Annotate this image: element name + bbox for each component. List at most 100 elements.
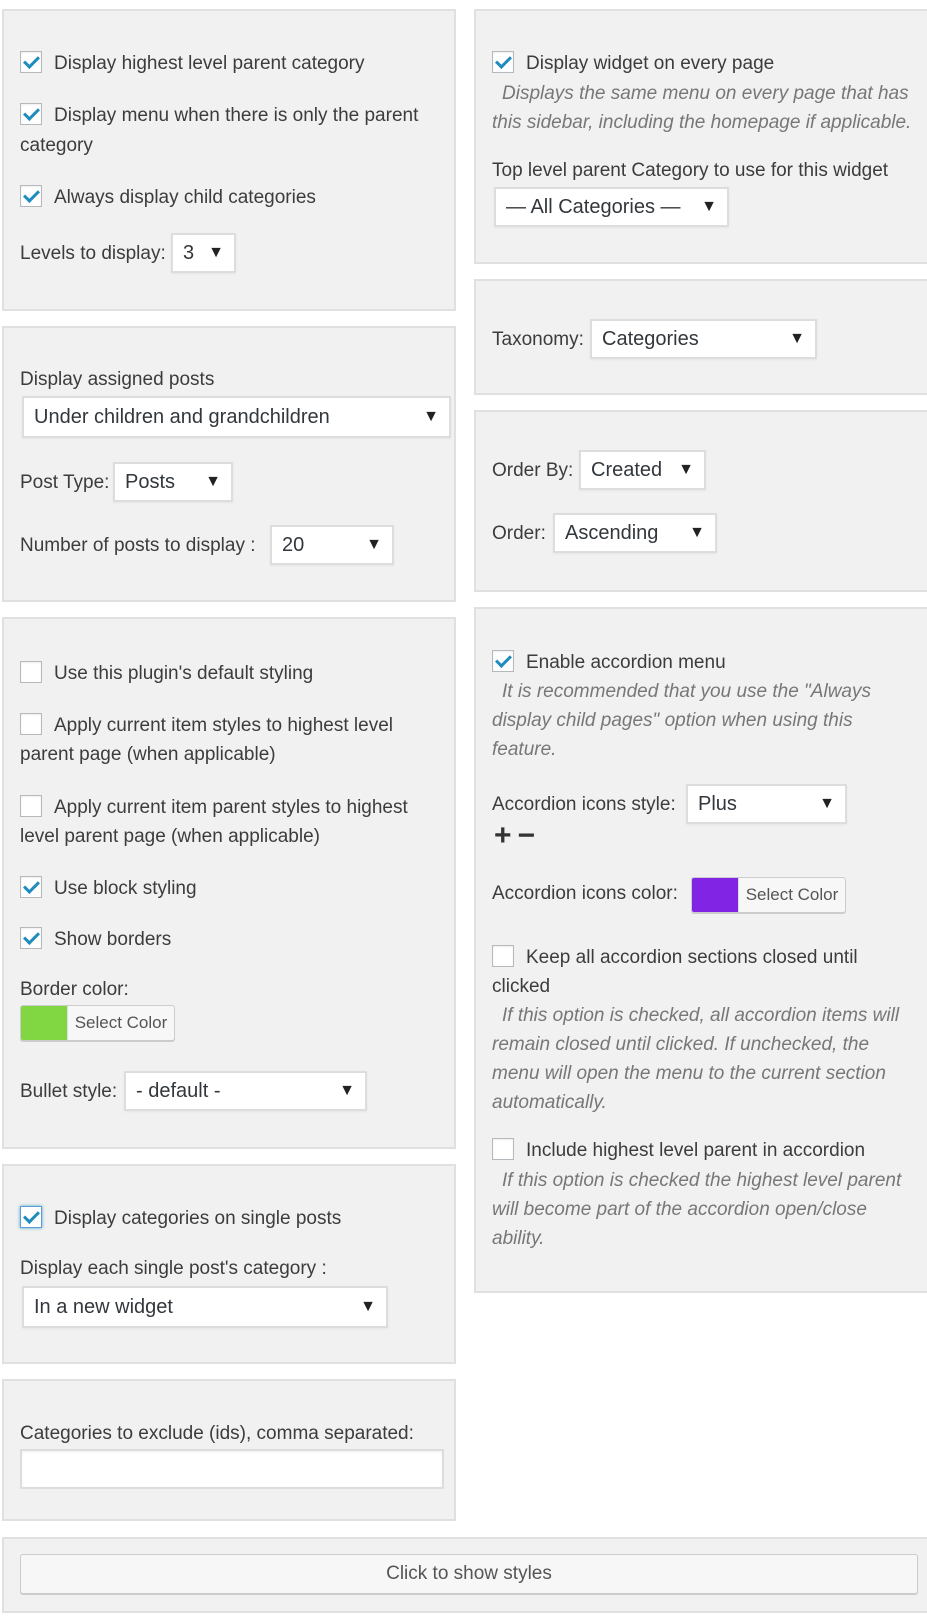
chevron-down-icon: ▼ bbox=[689, 524, 705, 541]
bullet-style-label: Bullet style: bbox=[20, 1081, 118, 1102]
checkbox-label: Enable accordion menu bbox=[526, 652, 726, 673]
checkbox-show-borders[interactable] bbox=[20, 927, 42, 949]
checkbox-label-continued: category bbox=[20, 135, 93, 156]
checkbox-label: Apply current item styles to highest lev… bbox=[54, 715, 393, 736]
checkbox-label: Display menu when there is only the pare… bbox=[54, 105, 419, 126]
chevron-down-icon: ▼ bbox=[789, 330, 805, 347]
chevron-down-icon: ▼ bbox=[366, 536, 382, 553]
select-value: Categories bbox=[602, 328, 699, 350]
taxonomy-select[interactable]: Categories ▼ bbox=[590, 319, 817, 359]
checkbox-label-continued: clicked bbox=[492, 976, 551, 997]
include-parent-description: If this option is checked the highest le… bbox=[502, 1170, 902, 1191]
top-level-category-select[interactable]: — All Categories — ▼ bbox=[494, 187, 729, 227]
order-by-select[interactable]: Created ▼ bbox=[579, 450, 706, 490]
chevron-down-icon: ▼ bbox=[360, 1298, 376, 1315]
checkbox-include-parent[interactable] bbox=[492, 1138, 514, 1160]
select-color-label: Select Color bbox=[738, 878, 845, 912]
accordion-description: It is recommended that you use the "Alwa… bbox=[502, 681, 871, 702]
checkbox-block-styling[interactable] bbox=[20, 876, 42, 898]
every-page-description: this sidebar, including the homepage if … bbox=[492, 112, 912, 133]
taxonomy-label: Taxonomy: bbox=[492, 329, 584, 350]
minus-icon: − bbox=[517, 819, 542, 852]
checkbox-row-block-styling[interactable]: Use block styling bbox=[20, 873, 197, 904]
checkbox-label-continued: level parent page (when applicable) bbox=[20, 826, 320, 847]
checkbox-row-current-item[interactable]: Apply current item styles to highest lev… bbox=[20, 710, 393, 741]
checkbox-row-only-parent[interactable]: Display menu when there is only the pare… bbox=[20, 100, 418, 131]
checkbox-every-page[interactable] bbox=[492, 51, 514, 73]
order-by-label: Order By: bbox=[492, 460, 574, 481]
checkbox-label: Display highest level parent category bbox=[54, 53, 365, 74]
order-select[interactable]: Ascending ▼ bbox=[553, 513, 717, 553]
checkbox-current-parent[interactable] bbox=[20, 795, 42, 817]
checkbox-row-keep-closed[interactable]: Keep all accordion sections closed until bbox=[492, 942, 858, 973]
exclude-input[interactable] bbox=[20, 1449, 444, 1489]
assigned-posts-select[interactable]: Under children and grandchildren ▼ bbox=[22, 396, 451, 438]
exclude-label: Categories to exclude (ids), comma separ… bbox=[20, 1423, 414, 1444]
select-value: In a new widget bbox=[34, 1296, 173, 1318]
checkbox-row-accordion[interactable]: Enable accordion menu bbox=[492, 647, 726, 678]
include-parent-description: will become part of the accordion open/c… bbox=[492, 1199, 867, 1220]
checkbox-row-highest-parent[interactable]: Display highest level parent category bbox=[20, 48, 365, 79]
icons-color-swatch bbox=[692, 878, 738, 912]
icons-color-picker[interactable]: Select Color bbox=[691, 877, 846, 913]
keep-closed-description: If this option is checked, all accordion… bbox=[502, 1005, 900, 1026]
checkbox-row-show-borders[interactable]: Show borders bbox=[20, 924, 171, 955]
border-color-picker[interactable]: Select Color bbox=[20, 1005, 175, 1041]
checkbox-row-include-parent[interactable]: Include highest level parent in accordio… bbox=[492, 1135, 865, 1166]
checkbox-row-current-parent[interactable]: Apply current item parent styles to high… bbox=[20, 792, 408, 823]
icons-style-select[interactable]: Plus ▼ bbox=[686, 784, 847, 824]
checkbox-highest-parent[interactable] bbox=[20, 51, 42, 73]
checkbox-keep-closed[interactable] bbox=[492, 945, 514, 967]
show-styles-button[interactable]: Click to show styles bbox=[20, 1554, 918, 1594]
plus-icon: + bbox=[494, 819, 518, 852]
every-page-description: Displays the same menu on every page tha… bbox=[502, 83, 909, 104]
select-color-label: Select Color bbox=[67, 1006, 174, 1040]
bullet-style-select[interactable]: - default - ▼ bbox=[124, 1071, 367, 1111]
single-post-category-label: Display each single post's category : bbox=[20, 1258, 327, 1279]
checkbox-label: Display widget on every page bbox=[526, 53, 775, 74]
chevron-down-icon: ▼ bbox=[208, 244, 224, 261]
checkbox-only-parent[interactable] bbox=[20, 103, 42, 125]
panel-exclude: Categories to exclude (ids), comma separ… bbox=[2, 1379, 456, 1521]
checkbox-label-continued: parent page (when applicable) bbox=[20, 744, 276, 765]
chevron-down-icon: ▼ bbox=[205, 473, 221, 490]
checkbox-label: Use block styling bbox=[54, 878, 197, 899]
chevron-down-icon: ▼ bbox=[678, 461, 694, 478]
chevron-down-icon: ▼ bbox=[819, 795, 835, 812]
select-value: - default - bbox=[136, 1080, 221, 1102]
checkbox-row-single-posts[interactable]: Display categories on single posts bbox=[20, 1203, 341, 1234]
checkbox-row-always-child[interactable]: Always display child categories bbox=[20, 182, 316, 213]
select-value: 3 bbox=[183, 242, 195, 264]
checkbox-row-default-styling[interactable]: Use this plugin's default styling bbox=[20, 658, 313, 689]
panel-parent-category: Display highest level parent category Di… bbox=[2, 9, 456, 311]
keep-closed-description: remain closed until clicked. If unchecke… bbox=[492, 1034, 870, 1055]
icons-color-label: Accordion icons color: bbox=[492, 883, 678, 904]
panel-taxonomy: Taxonomy: Categories ▼ bbox=[474, 279, 927, 395]
checkbox-default-styling[interactable] bbox=[20, 661, 42, 683]
checkbox-row-every-page[interactable]: Display widget on every page bbox=[492, 48, 774, 79]
levels-select[interactable]: 3 ▼ bbox=[171, 233, 236, 273]
checkbox-accordion[interactable] bbox=[492, 650, 514, 672]
checkbox-current-item[interactable] bbox=[20, 713, 42, 735]
checkbox-label: Always display child categories bbox=[54, 187, 316, 208]
num-posts-select[interactable]: 20 ▼ bbox=[270, 525, 394, 565]
top-level-category-label: Top level parent Category to use for thi… bbox=[492, 160, 889, 181]
panel-every-page: Display widget on every page Displays th… bbox=[474, 9, 927, 264]
chevron-down-icon: ▼ bbox=[423, 408, 439, 425]
post-type-label: Post Type: bbox=[20, 472, 110, 493]
post-type-select[interactable]: Posts ▼ bbox=[113, 462, 233, 502]
assigned-posts-label: Display assigned posts bbox=[20, 369, 215, 390]
num-posts-label: Number of posts to display : bbox=[20, 535, 256, 556]
chevron-down-icon: ▼ bbox=[701, 198, 717, 215]
keep-closed-description: menu will open the menu to the current s… bbox=[492, 1063, 886, 1084]
checkbox-single-posts[interactable] bbox=[20, 1206, 42, 1228]
border-color-swatch bbox=[21, 1006, 67, 1040]
border-color-label: Border color: bbox=[20, 979, 129, 1000]
accordion-icons-preview: +− bbox=[494, 819, 541, 853]
checkbox-always-child[interactable] bbox=[20, 185, 42, 207]
checkbox-label: Show borders bbox=[54, 929, 172, 950]
chevron-down-icon: ▼ bbox=[339, 1082, 355, 1099]
single-post-category-select[interactable]: In a new widget ▼ bbox=[22, 1286, 388, 1328]
order-label: Order: bbox=[492, 523, 546, 544]
panel-order: Order By: Created ▼ Order: Ascending ▼ bbox=[474, 410, 927, 592]
